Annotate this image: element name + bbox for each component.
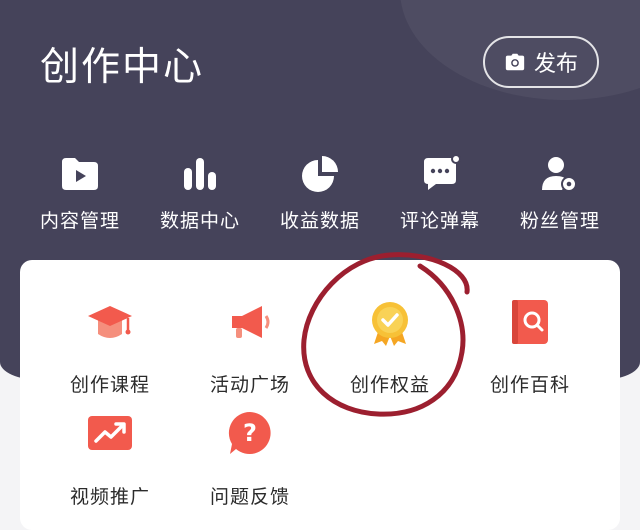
graduation-cap-icon	[88, 306, 132, 338]
tool-label: 创作课程	[69, 374, 150, 396]
tool-creator-benefits[interactable]: 创作权益	[320, 296, 460, 397]
tools-card: 创作课程 活动广场 创作权益 创作百科 视频推广 ? 问题反馈	[20, 260, 620, 530]
tool-label: 问题反馈	[209, 486, 290, 508]
quick-nav-revenue-data[interactable]: 收益数据	[260, 148, 380, 238]
pie-chart-icon	[302, 156, 338, 192]
quick-nav-label: 内容管理	[39, 210, 120, 232]
publish-button[interactable]: 发布	[483, 36, 599, 88]
publish-label: 发布	[533, 52, 578, 77]
tool-label: 活动广场	[209, 374, 290, 396]
tool-label: 创作权益	[349, 374, 430, 396]
tool-activity-square[interactable]: 活动广场	[180, 296, 320, 397]
encyclopedia-icon	[512, 300, 548, 344]
quick-nav-label: 数据中心	[159, 210, 240, 232]
medal-icon	[372, 302, 408, 346]
tool-creation-course[interactable]: 创作课程	[40, 296, 180, 397]
camera-icon	[505, 53, 525, 71]
tool-creation-encyclopedia[interactable]: 创作百科	[460, 296, 600, 397]
megaphone-icon	[232, 306, 270, 338]
tool-video-promotion[interactable]: 视频推广	[40, 408, 180, 509]
quick-nav-data-center[interactable]: 数据中心	[140, 148, 260, 238]
quick-nav-label: 粉丝管理	[519, 210, 600, 232]
bar-chart-icon	[184, 158, 216, 190]
tool-label: 创作百科	[489, 374, 570, 396]
folder-play-icon	[62, 158, 98, 190]
quick-nav-comments[interactable]: 评论弹幕	[380, 148, 500, 238]
question-icon: ?	[228, 411, 271, 454]
quick-nav-label: 评论弹幕	[399, 210, 480, 232]
quick-nav-label: 收益数据	[279, 210, 360, 232]
tool-feedback[interactable]: ? 问题反馈	[180, 408, 320, 509]
quick-nav: 内容管理 数据中心 收益数据 评论弹幕 粉丝管理	[20, 148, 620, 238]
quick-nav-content-management[interactable]: 内容管理	[20, 148, 140, 238]
fans-icon	[542, 157, 577, 192]
quick-nav-fans[interactable]: 粉丝管理	[500, 148, 620, 238]
tool-label: 视频推广	[69, 486, 150, 508]
trend-up-icon	[88, 416, 132, 450]
page-title: 创作中心	[40, 45, 205, 90]
comment-icon	[424, 154, 461, 190]
svg-text:?: ?	[243, 419, 257, 447]
